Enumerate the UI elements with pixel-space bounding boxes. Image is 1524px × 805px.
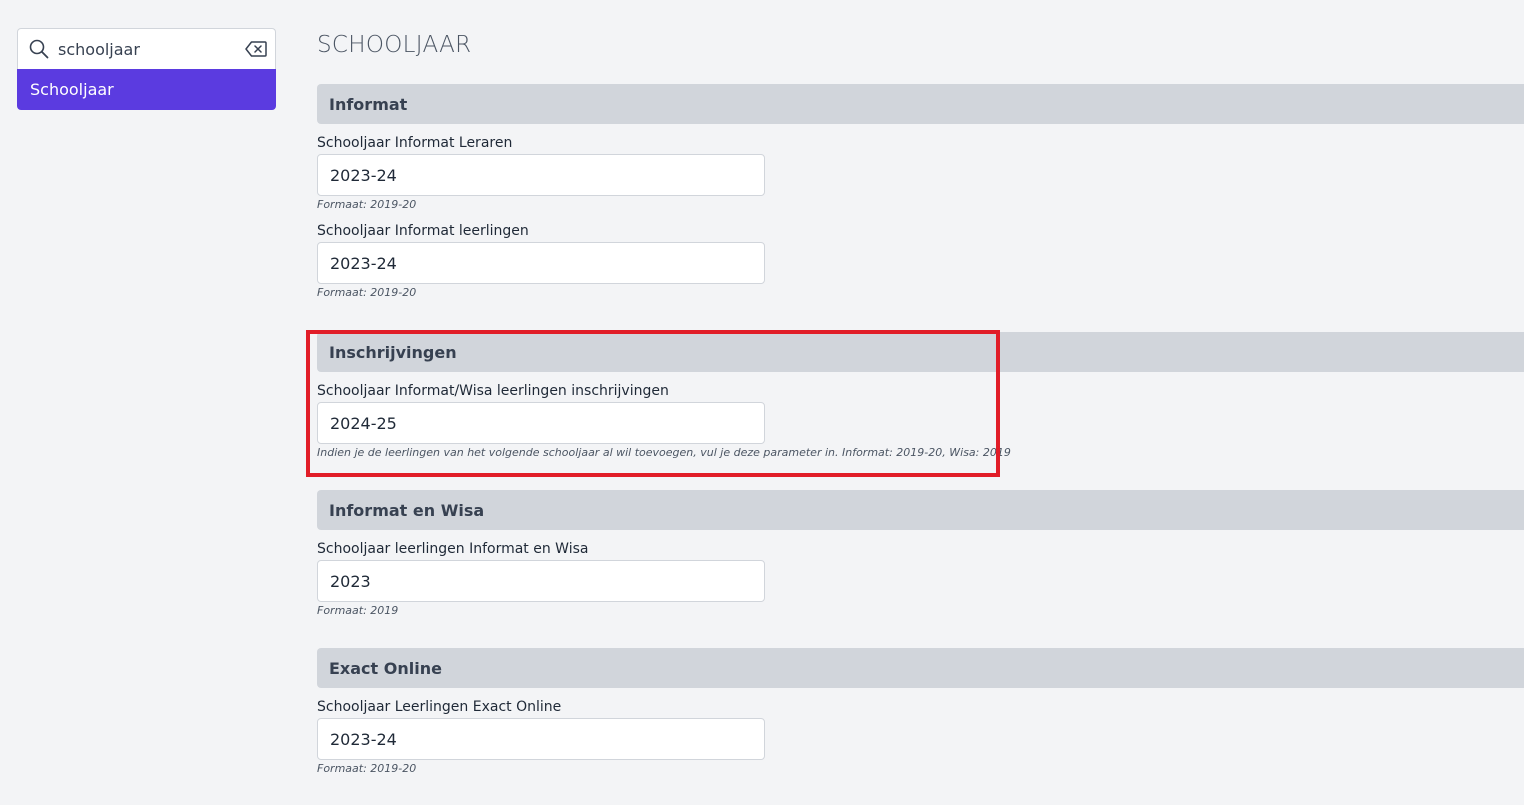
field-help: Formaat: 2019-20 [317,762,417,775]
section-informat: Informat Schooljaar Informat Leraren For… [317,84,1524,300]
field-help: Indien je de leerlingen van het volgende… [317,446,1011,459]
field-label: Schooljaar Informat/Wisa leerlingen insc… [317,383,669,399]
field-help: Formaat: 2019-20 [317,286,417,299]
schooljaar-informat-leraren-input[interactable] [317,154,765,196]
field-help: Formaat: 2019 [317,604,399,617]
search-result-label: Schooljaar [30,80,114,99]
search-icon [28,38,50,60]
section-informat-en-wisa: Informat en Wisa Schooljaar leerlingen I… [317,490,1524,618]
section-inschrijvingen: Inschrijvingen Schooljaar Informat/Wisa … [317,332,1524,460]
section-header: Informat [317,84,1524,124]
field-label: Schooljaar Informat Leraren [317,135,513,151]
schooljaar-informat-en-wisa-input[interactable] [317,560,765,602]
search-box [17,28,276,69]
section-exact-online: Exact Online Schooljaar Leerlingen Exact… [317,648,1524,776]
field-label: Schooljaar Informat leerlingen [317,223,529,239]
sidebar: Schooljaar [17,28,276,110]
search-result-schooljaar[interactable]: Schooljaar [17,69,276,110]
section-header: Inschrijvingen [317,332,1524,372]
section-header: Informat en Wisa [317,490,1524,530]
page-title: SCHOOLJAAR [317,32,472,58]
schooljaar-informat-leerlingen-input[interactable] [317,242,765,284]
search-input[interactable] [58,39,245,59]
schooljaar-exact-online-input[interactable] [317,718,765,760]
schooljaar-inschrijvingen-input[interactable] [317,402,765,444]
field-label: Schooljaar Leerlingen Exact Online [317,699,562,715]
section-header: Exact Online [317,648,1524,688]
backspace-icon[interactable] [245,38,267,60]
field-help: Formaat: 2019-20 [317,198,417,211]
field-label: Schooljaar leerlingen Informat en Wisa [317,541,589,557]
